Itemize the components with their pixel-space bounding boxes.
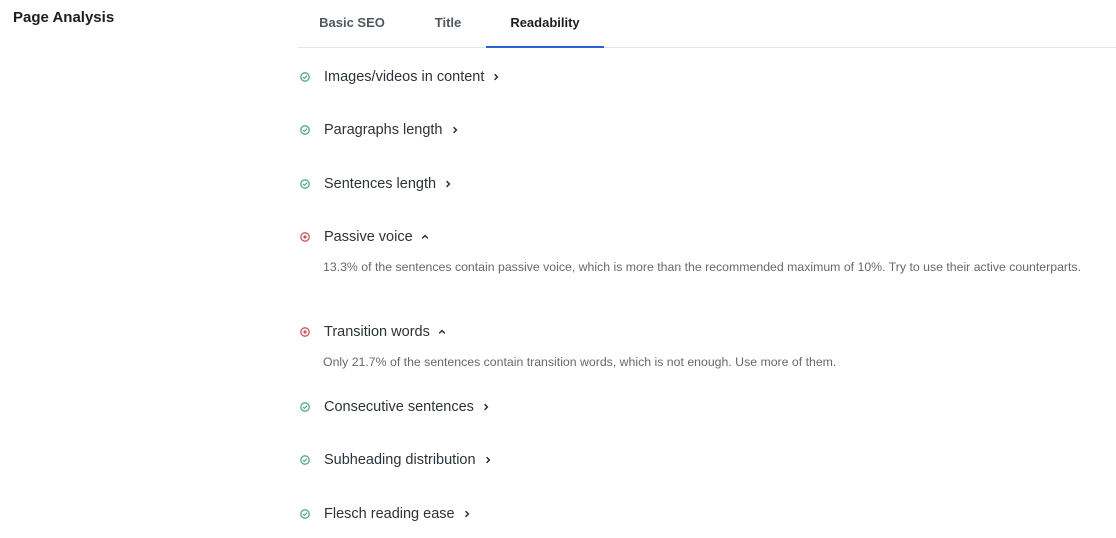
check-circle-icon — [300, 72, 310, 82]
check-images-videos: Images/videos in content — [298, 66, 1098, 88]
check-passive-voice: Passive voice 13.3% of the sentences con… — [298, 226, 1098, 277]
check-label: Paragraphs length — [324, 122, 443, 138]
check-circle-icon — [300, 455, 310, 465]
error-circle-icon — [300, 327, 310, 337]
check-toggle[interactable]: Transition words — [298, 321, 1098, 343]
check-subheading-distribution: Subheading distribution — [298, 449, 1098, 471]
check-label: Sentences length — [324, 176, 437, 192]
chevron-right-icon — [446, 180, 451, 188]
check-label: Consecutive sentences — [324, 399, 474, 415]
check-circle-icon — [300, 509, 310, 519]
check-toggle[interactable]: Consecutive sentences — [298, 396, 1098, 418]
check-flesch-reading-ease: Flesch reading ease — [298, 503, 1098, 525]
check-consecutive-sentences: Consecutive sentences — [298, 396, 1098, 418]
check-transition-words: Transition words Only 21.7% of the sente… — [298, 321, 1098, 372]
check-description: Only 21.7% of the sentences contain tran… — [323, 355, 837, 369]
tab-readability[interactable]: Readability — [486, 0, 604, 48]
error-circle-icon — [300, 232, 310, 242]
check-label: Transition words — [324, 324, 430, 340]
check-toggle[interactable]: Paragraphs length — [298, 119, 1098, 141]
check-label: Passive voice — [324, 229, 413, 245]
tab-bar: Basic SEO Title Readability — [298, 0, 1116, 48]
chevron-right-icon — [452, 126, 457, 134]
chevron-right-icon — [483, 403, 489, 411]
chevron-up-icon — [421, 234, 428, 239]
section-title: Page Analysis — [13, 9, 115, 26]
check-paragraphs-length: Paragraphs length — [298, 119, 1098, 141]
check-label: Flesch reading ease — [324, 506, 455, 522]
tab-basic-seo[interactable]: Basic SEO — [310, 0, 394, 48]
check-label: Images/videos in content — [324, 69, 485, 85]
chevron-right-icon — [464, 510, 470, 518]
check-toggle[interactable]: Sentences length — [298, 173, 1098, 195]
chevron-right-icon — [494, 73, 499, 81]
check-toggle[interactable]: Flesch reading ease — [298, 503, 1098, 525]
check-description: 13.3% of the sentences contain passive v… — [323, 260, 1081, 274]
check-circle-icon — [300, 179, 310, 189]
chevron-right-icon — [485, 456, 491, 464]
check-circle-icon — [300, 402, 310, 412]
check-label: Subheading distribution — [324, 452, 476, 468]
chevron-up-icon — [438, 329, 446, 334]
tab-title[interactable]: Title — [420, 0, 476, 48]
check-toggle[interactable]: Subheading distribution — [298, 449, 1098, 471]
page-analysis-panel: Page Analysis Basic SEO Title Readabilit… — [0, 0, 1116, 538]
check-circle-icon — [300, 125, 310, 135]
check-sentences-length: Sentences length — [298, 173, 1098, 195]
check-toggle[interactable]: Passive voice — [298, 226, 1098, 248]
check-toggle[interactable]: Images/videos in content — [298, 66, 1098, 88]
